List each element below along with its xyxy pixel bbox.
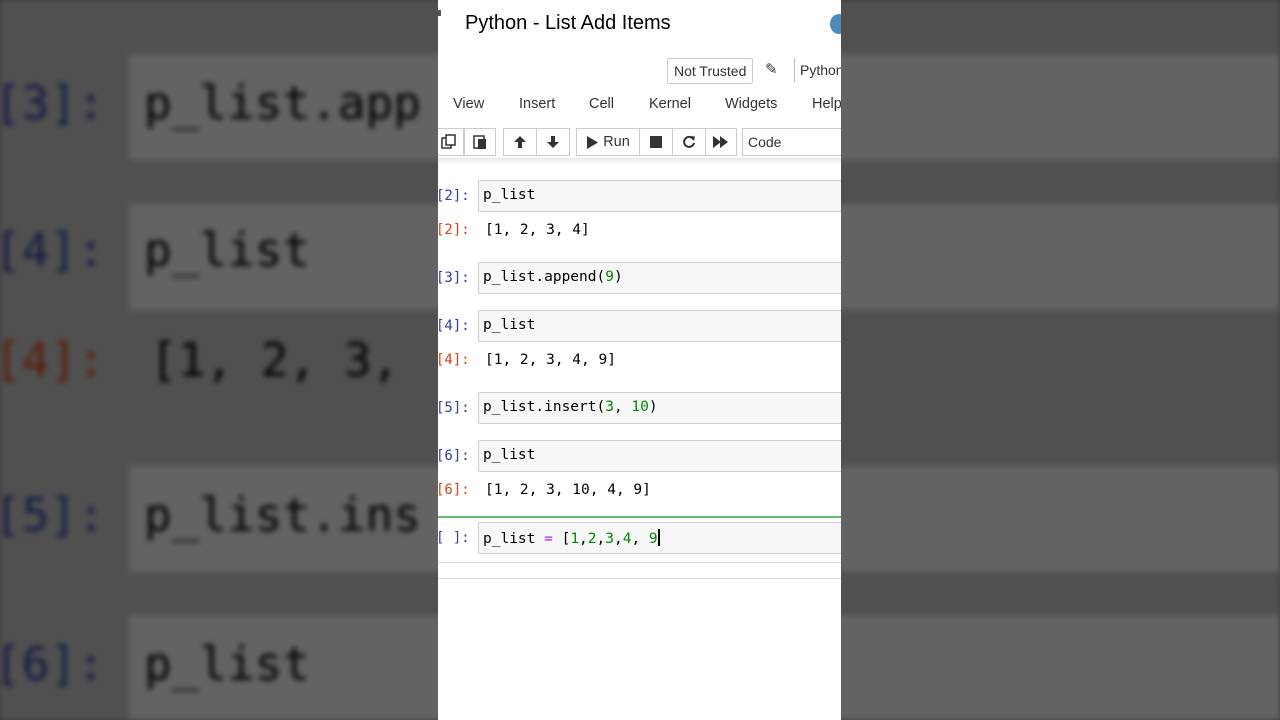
code-line: p_list.append(9) xyxy=(483,269,623,285)
menu-widgets[interactable]: Widgets xyxy=(725,96,777,112)
cell-output: [1, 2, 3, 4] xyxy=(485,222,590,238)
code-line: p_list xyxy=(483,187,536,203)
bg-code: p_list xyxy=(144,223,311,277)
out-prompt: [6]: xyxy=(438,482,470,498)
code-token: ) xyxy=(648,399,658,415)
pencil-icon[interactable]: ✎ xyxy=(765,60,778,78)
cell-output: [1, 2, 3, 4, 9] xyxy=(485,352,616,368)
python-logo-icon xyxy=(830,14,841,34)
bg-code: p_list xyxy=(144,637,311,691)
code-line: p_list = [1,2,3,4, 9 xyxy=(483,529,660,547)
bg-prompt: [3]: xyxy=(0,76,105,130)
in-prompt: [2]: xyxy=(438,188,470,204)
out-prompt: [4]: xyxy=(438,352,470,368)
bg-code: p_list.ins xyxy=(144,488,421,542)
text-cursor xyxy=(657,529,660,546)
out-prompt: [2]: xyxy=(438,222,470,238)
code-line: p_list.insert(3, 10) xyxy=(483,399,658,415)
code-token: p_list.append( xyxy=(483,269,606,285)
code-token: , xyxy=(631,531,649,547)
copy-icon xyxy=(441,134,456,149)
in-prompt: [4]: xyxy=(438,318,470,334)
bg-prompt: [5]: xyxy=(0,488,105,542)
restart-run-all-button[interactable] xyxy=(705,128,737,156)
menu-kernel[interactable]: Kernel xyxy=(649,96,691,112)
code-token: ) xyxy=(613,269,623,285)
restart-icon xyxy=(683,135,695,148)
in-prompt: [5]: xyxy=(438,400,470,416)
notebook-end-divider xyxy=(438,578,841,579)
interrupt-kernel-button[interactable] xyxy=(639,128,673,156)
active-notebook-cell[interactable]: [ ]: p_list = [1,2,3,4, 9 xyxy=(438,518,841,563)
bg-code: p_list.app xyxy=(144,76,421,130)
code-number: 3 xyxy=(605,399,614,415)
menu-cell[interactable]: Cell xyxy=(589,96,614,112)
notebook-title[interactable]: Python - List Add Items xyxy=(465,12,671,35)
bg-prompt: [4]: xyxy=(0,333,105,387)
notebook-toolbar: Run Code xyxy=(438,128,841,158)
code-token: p_list.insert( xyxy=(483,399,606,415)
arrow-down-icon xyxy=(547,136,559,148)
restart-kernel-button[interactable] xyxy=(672,128,706,156)
cell-type-select[interactable]: Code xyxy=(742,128,841,156)
menu-insert[interactable]: Insert xyxy=(519,96,555,112)
code-line: p_list xyxy=(483,317,536,333)
toolbar-divider xyxy=(438,158,841,164)
header-fragment xyxy=(438,10,441,16)
move-cell-down-button[interactable] xyxy=(536,128,570,156)
code-number: 10 xyxy=(631,399,649,415)
code-number: 1 xyxy=(570,531,580,547)
code-operator: = xyxy=(544,531,553,547)
code-token: , xyxy=(613,399,632,415)
paste-cell-button[interactable] xyxy=(464,128,496,156)
code-token: [ xyxy=(552,531,571,547)
fast-forward-icon xyxy=(713,136,728,148)
code-number: 3 xyxy=(605,531,614,547)
arrow-up-icon xyxy=(514,136,526,148)
menu-help[interactable]: Help xyxy=(812,96,841,112)
notebook-header: Python - List Add Items xyxy=(438,0,841,48)
in-prompt: [6]: xyxy=(438,448,470,464)
copy-cell-button[interactable] xyxy=(438,128,464,156)
code-number: 9 xyxy=(605,269,614,285)
in-prompt: [3]: xyxy=(438,270,470,286)
menu-view[interactable]: View xyxy=(453,96,484,112)
bg-output: [1, 2, 3, xyxy=(150,333,400,387)
code-token: p_list xyxy=(483,531,545,547)
move-cell-up-button[interactable] xyxy=(503,128,537,156)
run-button[interactable]: Run xyxy=(576,128,640,156)
code-number: 9 xyxy=(648,531,658,547)
code-number: 2 xyxy=(587,531,597,547)
trust-status-button[interactable]: Not Trusted xyxy=(667,58,754,84)
bg-prompt: [4]: xyxy=(0,223,105,277)
code-token: , xyxy=(579,531,588,547)
notebook-panel: Python - List Add Items Not Trusted ✎ Py… xyxy=(438,0,841,720)
paste-icon xyxy=(473,135,486,149)
play-icon xyxy=(587,135,599,149)
kernel-indicator[interactable]: Python xyxy=(794,58,841,82)
code-token: , xyxy=(596,531,606,547)
cell-output: [1, 2, 3, 10, 4, 9] xyxy=(485,482,651,498)
code-line: p_list xyxy=(483,447,536,463)
code-token: , xyxy=(613,531,623,547)
in-prompt: [ ]: xyxy=(438,530,470,546)
stop-icon xyxy=(650,136,662,148)
run-label: Run xyxy=(603,134,630,150)
bg-prompt: [6]: xyxy=(0,637,105,691)
